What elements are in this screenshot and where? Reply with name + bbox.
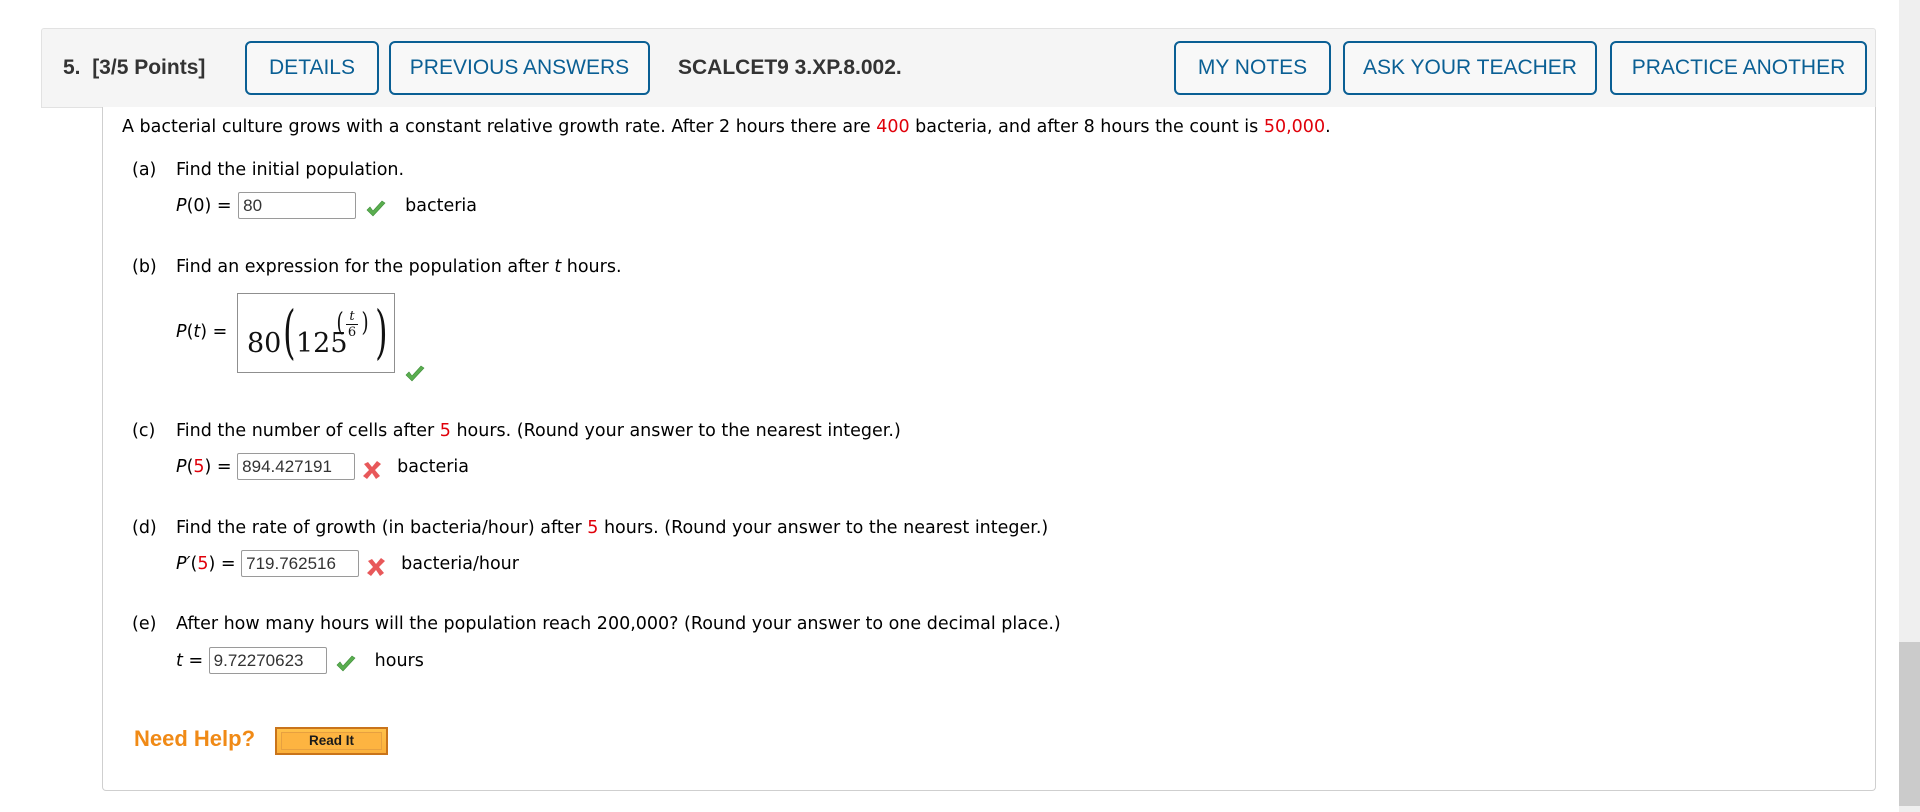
part-a-question: Find the initial population. bbox=[176, 160, 405, 180]
part-e-answer-line: t = hours bbox=[176, 647, 424, 674]
need-help-label: Need Help? bbox=[134, 726, 256, 751]
function-arg: t bbox=[193, 322, 201, 342]
part-c-question: Find the number of cells after 5 hours. … bbox=[176, 421, 901, 441]
part-a-unit: bacteria bbox=[405, 195, 478, 216]
expr-left-paren: ( bbox=[283, 298, 296, 366]
part-b-label: (b) bbox=[132, 257, 157, 277]
intro-value-50000: 50,000 bbox=[1263, 117, 1326, 137]
part-c-label: (c) bbox=[132, 421, 156, 441]
question-value: 5 bbox=[439, 421, 451, 441]
function-name: P′ bbox=[176, 553, 191, 574]
expr-exp-right-paren: ) bbox=[361, 308, 369, 338]
intro-value-400: 400 bbox=[876, 117, 910, 137]
check-icon bbox=[404, 364, 426, 384]
x-icon bbox=[365, 557, 387, 577]
part-c-answer-input[interactable] bbox=[237, 453, 356, 480]
question-header: 5. [3/5 Points] DETAILS PREVIOUS ANSWERS… bbox=[41, 28, 1876, 108]
expr-exp-left-paren: ( bbox=[336, 308, 344, 338]
part-e-label: (e) bbox=[132, 614, 157, 634]
previous-answers-button[interactable]: PREVIOUS ANSWERS bbox=[389, 41, 650, 95]
expr-right-paren: ) bbox=[375, 298, 388, 366]
check-icon bbox=[365, 199, 387, 219]
function-arg: 5 bbox=[193, 456, 205, 477]
ask-your-teacher-button[interactable]: ASK YOUR TEACHER bbox=[1343, 41, 1597, 95]
intro-text: bacteria, and after 8 hours the count is bbox=[909, 117, 1264, 137]
question-text: hours. (Round your answer to the nearest… bbox=[450, 421, 901, 441]
question-value: 5 bbox=[587, 518, 599, 538]
function-arg: 5 bbox=[197, 553, 209, 574]
part-b-answer-expression[interactable]: 80 ( 125 ( t 6 ) ) bbox=[237, 293, 395, 373]
scrollbar-thumb[interactable] bbox=[1899, 642, 1920, 806]
part-a-answer-input[interactable] bbox=[238, 192, 357, 219]
part-b-question: Find an expression for the population af… bbox=[176, 257, 622, 277]
function-name: P bbox=[176, 456, 187, 477]
question-text: hours. bbox=[561, 257, 622, 277]
part-a-answer-line: P(0) = bacteria bbox=[176, 192, 477, 219]
part-a-label: (a) bbox=[132, 160, 157, 180]
details-button[interactable]: DETAILS bbox=[245, 41, 379, 95]
vertical-scrollbar[interactable] bbox=[1899, 0, 1920, 812]
read-it-label: Read It bbox=[281, 732, 382, 750]
problem-statement: A bacterial culture grows with a constan… bbox=[122, 117, 1331, 137]
intro-text: A bacterial culture grows with a constan… bbox=[122, 117, 877, 137]
practice-another-button[interactable]: PRACTICE ANOTHER bbox=[1610, 41, 1867, 95]
read-it-button[interactable]: Read It bbox=[275, 727, 388, 755]
question-text: Find the number of cells after bbox=[176, 421, 440, 441]
my-notes-button[interactable]: MY NOTES bbox=[1174, 41, 1331, 95]
question-number: 5. bbox=[63, 56, 81, 79]
part-d-answer-line: P′(5) = bacteria/hour bbox=[176, 550, 519, 577]
x-icon bbox=[361, 460, 383, 480]
function-arg: 0 bbox=[193, 195, 205, 216]
exponent-denominator: 6 bbox=[347, 325, 357, 340]
function-name: P bbox=[176, 195, 187, 216]
part-e-answer-input[interactable] bbox=[208, 647, 327, 674]
expr-exponent-fraction: t 6 bbox=[346, 310, 358, 340]
part-c-lhs: P(5) = bbox=[176, 456, 238, 477]
question-id: SCALCET9 3.XP.8.002. bbox=[678, 56, 902, 79]
part-d-label: (d) bbox=[132, 518, 157, 538]
question-text: Find an expression for the population af… bbox=[176, 257, 555, 277]
part-b-lhs: P(t) = bbox=[176, 322, 228, 342]
question-text: Find the rate of growth (in bacteria/hou… bbox=[176, 518, 588, 538]
check-icon bbox=[335, 654, 357, 674]
part-d-lhs: P′(5) = bbox=[176, 553, 242, 574]
exponent-numerator: t bbox=[346, 310, 358, 325]
intro-text: . bbox=[1325, 117, 1331, 137]
part-d-question: Find the rate of growth (in bacteria/hou… bbox=[176, 518, 1048, 538]
part-a-lhs: P(0) = bbox=[176, 195, 238, 216]
function-name: P bbox=[176, 322, 187, 342]
part-e-lhs: t = bbox=[176, 650, 209, 671]
part-e-unit: hours bbox=[374, 650, 424, 671]
part-d-unit: bacteria/hour bbox=[401, 553, 519, 574]
part-d-answer-input[interactable] bbox=[241, 550, 360, 577]
expr-coefficient: 80 bbox=[247, 328, 282, 359]
part-c-answer-line: P(5) = bacteria bbox=[176, 453, 469, 480]
points-label: [3/5 Points] bbox=[92, 56, 206, 79]
question-points: 5. [3/5 Points] bbox=[63, 56, 205, 80]
part-e-question: After how many hours will the population… bbox=[176, 614, 1061, 634]
part-c-unit: bacteria bbox=[397, 456, 470, 477]
variable-name: t bbox=[176, 650, 183, 671]
question-text: hours. (Round your answer to the nearest… bbox=[598, 518, 1049, 538]
